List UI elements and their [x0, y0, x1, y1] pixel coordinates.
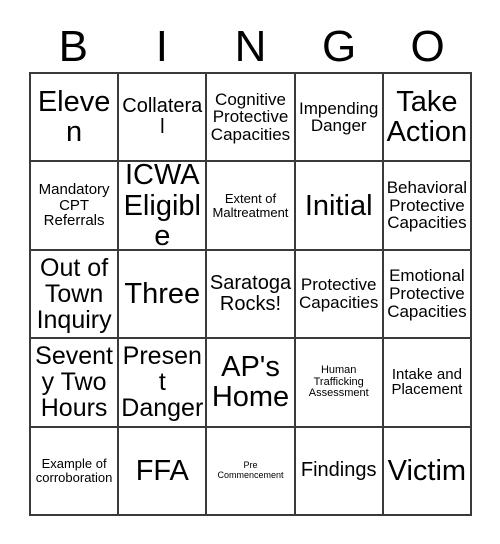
bingo-cell-label: Seventy Two Hours: [35, 342, 114, 423]
bingo-cell[interactable]: Initial: [295, 162, 384, 251]
bingo-cell[interactable]: Saratoga Rocks!: [207, 250, 296, 340]
bingo-cell-label: AP's Home: [211, 351, 290, 414]
bingo-cell[interactable]: Out of Town Inquiry: [31, 250, 120, 340]
bingo-cell[interactable]: Take Action: [383, 74, 472, 163]
header-letter-i: I: [155, 22, 168, 71]
bingo-cell-label: Mandatory CPT Referrals: [38, 181, 110, 230]
bingo-cell-label: Behavioral Protective Capacities: [386, 178, 468, 233]
bingo-cell-label: Initial: [304, 189, 373, 222]
bingo-cell[interactable]: Eleven: [31, 74, 120, 163]
bingo-cell[interactable]: Impending Danger: [295, 74, 384, 163]
header-letter-b: B: [58, 22, 88, 71]
bingo-cell[interactable]: Example of corroboration: [31, 427, 120, 516]
bingo-cell-label: Take Action: [386, 86, 468, 149]
bingo-card: B I N G O Eleven Collateral Cognitive Pr…: [0, 0, 500, 544]
bingo-cell[interactable]: FFA: [119, 427, 208, 516]
header-letter-n: N: [234, 22, 267, 71]
bingo-cell-label: Emotional Protective Capacities: [387, 266, 467, 321]
bingo-cell[interactable]: Three: [119, 250, 208, 340]
bingo-cell[interactable]: Findings: [295, 427, 384, 516]
header-letter-o: O: [410, 22, 445, 71]
bingo-cell-label: Protective Capacities: [299, 275, 379, 312]
bingo-cell-label: ICWA Eligible: [123, 162, 201, 251]
bingo-cell[interactable]: Protective Capacities: [295, 250, 384, 340]
bingo-cell-label: Intake and Placement: [391, 365, 463, 399]
bingo-cell-label: Impending Danger: [299, 98, 379, 136]
bingo-cell[interactable]: ICWA Eligible: [119, 162, 208, 251]
bingo-cell[interactable]: Mandatory CPT Referrals: [31, 162, 120, 251]
bingo-cell-label: Extent of Maltreatment: [212, 191, 289, 220]
bingo-cell-label: Findings: [300, 459, 377, 482]
bingo-cell-label: Human Trafficking Assessment: [308, 364, 369, 400]
bingo-cell[interactable]: Extent of Maltreatment: [207, 162, 296, 251]
bingo-cell[interactable]: Collateral: [119, 74, 208, 163]
bingo-cell-label: Three: [124, 277, 201, 310]
bingo-cell-label: Cognitive Protective Capacities: [210, 89, 291, 145]
bingo-cell[interactable]: Cognitive Protective Capacities: [207, 74, 296, 163]
bingo-cell-label: Example of corroboration: [35, 456, 113, 485]
bingo-cell-label: Victim: [387, 454, 467, 487]
bingo-cell[interactable]: Human Trafficking Assessment: [295, 339, 384, 428]
bingo-cell-label: FFA: [135, 454, 189, 487]
bingo-cell[interactable]: Victim: [383, 427, 472, 516]
bingo-cell-label: Present Danger: [121, 342, 204, 423]
header-letter-g: G: [321, 22, 357, 71]
bingo-cell[interactable]: AP's Home: [207, 339, 296, 428]
bingo-cell[interactable]: Pre Commencement: [207, 427, 296, 516]
bingo-cell[interactable]: Intake and Placement: [383, 339, 472, 428]
bingo-cell-label: Collateral: [122, 95, 203, 139]
bingo-grid: Eleven Collateral Cognitive Protective C…: [29, 72, 472, 516]
bingo-cell-label: Eleven: [37, 86, 111, 149]
bingo-cell-label: Out of Town Inquiry: [36, 253, 112, 334]
bingo-cell[interactable]: Present Danger: [119, 339, 208, 428]
bingo-cell[interactable]: Seventy Two Hours: [31, 339, 120, 428]
bingo-cell[interactable]: Emotional Protective Capacities: [383, 250, 472, 340]
bingo-cell[interactable]: Behavioral Protective Capacities: [383, 162, 472, 251]
bingo-header: B I N G O: [29, 22, 472, 72]
bingo-cell-label: Saratoga Rocks!: [209, 272, 292, 315]
bingo-cell-label: Pre Commencement: [217, 460, 284, 480]
